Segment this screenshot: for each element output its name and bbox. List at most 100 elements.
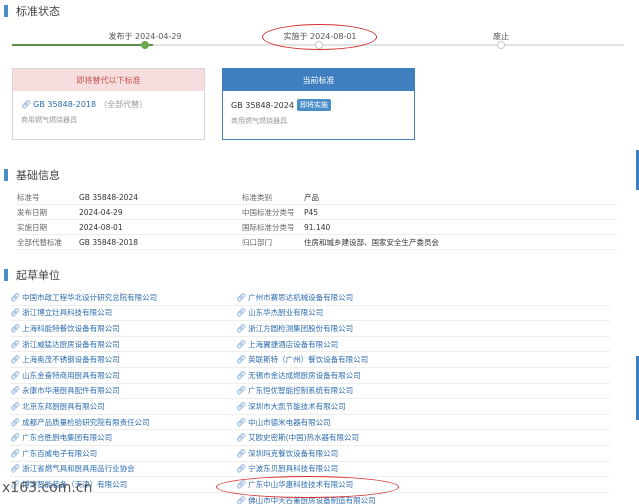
current-standard-code: GB 35848-2024: [231, 100, 294, 110]
drafter-name-link[interactable]: 广东合胜厨电集团有限公司: [22, 432, 112, 443]
drafter-row: 🔗︎ 上海科能特餐饮设备有限公司 🔗︎ 浙江方圆检测集团股份有限公司: [10, 321, 610, 337]
drafter-item[interactable]: 🔗︎ 广州市赛思达机械设备有限公司: [236, 292, 462, 303]
link-icon: 🔗︎: [236, 464, 247, 474]
drafter-name-link[interactable]: 无锡市金达成燃厨房设备有限公司: [248, 370, 361, 381]
drafter-item[interactable]: 🔗︎ 山东华杰厨业有限公司: [236, 307, 462, 318]
drafter-item[interactable]: 🔗︎ 中国市政工程华北设计研究总院有限公司: [10, 292, 236, 303]
section-accent-bar: [4, 169, 8, 181]
link-icon: 🔗︎: [10, 323, 21, 333]
info-value[interactable]: 住房和城乡建设部、国家安全生产委员会: [304, 237, 439, 248]
drafter-name-link[interactable]: 成都产品质量检验研究院有限责任公司: [22, 417, 150, 428]
info-value: 2024-04-29: [79, 207, 123, 217]
drafter-name-link[interactable]: 山东华杰厨业有限公司: [248, 307, 323, 318]
link-icon: 🔗︎: [10, 401, 21, 411]
drafter-item[interactable]: 🔗︎ 北京东邦厨厨具有限公司: [10, 401, 236, 412]
drafter-row: 🔗︎ 浙江博立灶具科技有限公司 🔗︎ 山东华杰厨业有限公司: [10, 306, 610, 322]
drafter-item[interactable]: 🔗︎ 宁波东贝厨具科技有限公司: [236, 463, 462, 474]
link-icon: 🔗︎: [236, 433, 247, 443]
drafters-list: 🔗︎ 中国市政工程华北设计研究总院有限公司 🔗︎ 广州市赛思达机械设备有限公司 🔗︎ 浙江…: [10, 290, 610, 504]
drafter-item[interactable]: 🔗︎ 深圳市大凯节能技术有限公司: [236, 401, 462, 412]
link-icon: 🔗︎: [236, 355, 247, 365]
link-icon: 🔗︎: [10, 448, 21, 458]
section-accent-bar: [4, 269, 8, 281]
drafter-name-link[interactable]: 浙江威猛达厨房设备有限公司: [22, 339, 120, 350]
timeline-dot-published: [141, 41, 149, 49]
drafter-item[interactable]: 🔗︎ 广东百威电子有限公司: [10, 448, 236, 459]
drafter-name-link[interactable]: 浙江方圆检测集团股份有限公司: [248, 323, 353, 334]
replaced-standard-link[interactable]: GB 35848-2018: [33, 100, 96, 109]
info-row: 全部代替标准 GB 35848-2018 归口部门 住房和城乡建设部、国家安全生产委员…: [17, 235, 617, 250]
link-icon: 🔗︎: [10, 433, 21, 443]
link-icon: 🔗︎: [236, 417, 247, 427]
link-icon: 🔗︎: [10, 308, 21, 318]
link-icon: 🔗︎: [10, 386, 21, 396]
info-label: 全部代替标准: [17, 237, 62, 247]
link-icon: 🔗︎: [236, 495, 247, 504]
drafter-item[interactable]: 🔗︎ 浙江博立灶具科技有限公司: [10, 307, 236, 318]
replaced-standard-desc: 商用燃气燃烧器具: [21, 116, 77, 124]
link-icon: 🔗︎: [10, 370, 21, 380]
drafter-item[interactable]: 🔗︎ 成都产品质量检验研究院有限责任公司: [10, 417, 236, 428]
drafter-name-link[interactable]: 中山市德米电器有限公司: [248, 417, 331, 428]
info-row: 标准号 GB 35848-2024 标准类别 产品: [17, 190, 617, 205]
info-label: 归口部门: [242, 237, 272, 247]
replaced-standard-card[interactable]: 即将替代以下标准 🔗︎ GB 35848-2018 （全部代替） 商用燃气燃烧器…: [12, 68, 205, 140]
info-label: 中国标准分类号: [242, 207, 295, 217]
drafter-item[interactable]: 🔗︎ 永康市华港厨具配件有限公司: [10, 385, 236, 396]
link-icon: 🔗︎: [10, 292, 21, 302]
status-badge: 即将实施: [296, 99, 331, 111]
drafter-name-link[interactable]: 宁波东贝厨具科技有限公司: [248, 463, 338, 474]
link-icon: 🔗︎: [10, 417, 21, 427]
drafter-item[interactable]: 🔗︎ 上海科能特餐饮设备有限公司: [10, 323, 236, 334]
drafter-item[interactable]: 🔗︎ 上海奥茂不锈钢设备有限公司: [10, 354, 236, 365]
info-value: 91.140: [304, 222, 331, 232]
drafter-row: 🔗︎ 山东金奋特商用厨具有限公司 🔗︎ 无锡市金达成燃厨房设备有限公司: [10, 368, 610, 384]
drafter-name-link[interactable]: 上海翼捷酒店设备有限公司: [248, 339, 338, 350]
drafter-name-link[interactable]: 中国市政工程华北设计研究总院有限公司: [22, 292, 157, 303]
drafter-name-link[interactable]: 广东恒优智能控制系统有限公司: [248, 385, 353, 396]
drafter-item[interactable]: 🔗︎ 深圳玛克餐饮设备有限公司: [236, 448, 462, 459]
current-card-header: 当前标准: [223, 69, 414, 91]
drafter-name-link[interactable]: 深圳市大凯节能技术有限公司: [248, 401, 346, 412]
drafter-item[interactable]: 🔗︎ 浙江省燃气具和厨具用品行业协会: [10, 463, 236, 474]
timeline-label-abolished: 废止: [493, 32, 509, 41]
basic-section-header: 基础信息: [4, 168, 60, 182]
link-icon: 🔗︎: [236, 370, 247, 380]
replace-note: （全部代替）: [99, 100, 148, 109]
drafter-name-link[interactable]: 英联斯特（广州）餐饮设备有限公司: [248, 354, 368, 365]
annotation-circle-bottom: [216, 476, 399, 498]
info-value: GB 35848-2018: [79, 237, 138, 247]
drafter-item[interactable]: 🔗︎ 山东金奋特商用厨具有限公司: [10, 370, 236, 381]
drafter-name-link[interactable]: 浙江省燃气具和厨具用品行业协会: [22, 463, 135, 474]
drafter-name-link[interactable]: 上海科能特餐饮设备有限公司: [22, 323, 120, 334]
drafter-name-link[interactable]: 上海奥茂不锈钢设备有限公司: [22, 354, 120, 365]
drafter-item[interactable]: 🔗︎ 艾欧史密斯(中国)热水器有限公司: [236, 432, 462, 443]
drafter-name-link[interactable]: 广东百威电子有限公司: [22, 448, 97, 459]
drafter-item[interactable]: 🔗︎ 上海翼捷酒店设备有限公司: [236, 339, 462, 350]
info-label: 国际标准分类号: [242, 222, 295, 232]
info-label: 实施日期: [17, 222, 47, 232]
drafter-name-link[interactable]: 广州市赛思达机械设备有限公司: [248, 292, 353, 303]
current-standard-desc: 商用燃气燃烧器具: [231, 117, 287, 125]
drafter-item[interactable]: 🔗︎ 英联斯特（广州）餐饮设备有限公司: [236, 354, 462, 365]
drafter-item[interactable]: 🔗︎ 浙江威猛达厨房设备有限公司: [10, 339, 236, 350]
drafter-item[interactable]: 🔗︎ 无锡市金达成燃厨房设备有限公司: [236, 370, 462, 381]
drafter-name-link[interactable]: 浙江博立灶具科技有限公司: [22, 307, 112, 318]
drafters-section-title: 起草单位: [16, 269, 60, 282]
drafter-name-link[interactable]: 深圳玛克餐饮设备有限公司: [248, 448, 338, 459]
drafter-item[interactable]: 🔗︎ 广东合胜厨电集团有限公司: [10, 432, 236, 443]
drafter-name-link[interactable]: 艾欧史密斯(中国)热水器有限公司: [248, 432, 359, 443]
drafter-item[interactable]: 🔗︎ 广东恒优智能控制系统有限公司: [236, 385, 462, 396]
drafter-name-link[interactable]: 山东金奋特商用厨具有限公司: [22, 370, 120, 381]
drafter-name-link[interactable]: 永康市华港厨具配件有限公司: [22, 385, 120, 396]
drafter-item[interactable]: 🔗︎ 中山市德米电器有限公司: [236, 417, 462, 428]
info-row: 实施日期 2024-08-01 国际标准分类号 91.140: [17, 220, 617, 235]
timeline-progress: [12, 44, 153, 46]
link-icon: 🔗︎: [236, 292, 247, 302]
link-icon: 🔗︎: [236, 323, 247, 333]
drafter-name-link[interactable]: 北京东邦厨厨具有限公司: [22, 401, 105, 412]
section-accent-bar: [4, 5, 8, 17]
link-icon: 🔗︎: [236, 401, 247, 411]
link-icon: 🔗︎: [10, 355, 21, 365]
drafter-item[interactable]: 🔗︎ 浙江方圆检测集团股份有限公司: [236, 323, 462, 334]
